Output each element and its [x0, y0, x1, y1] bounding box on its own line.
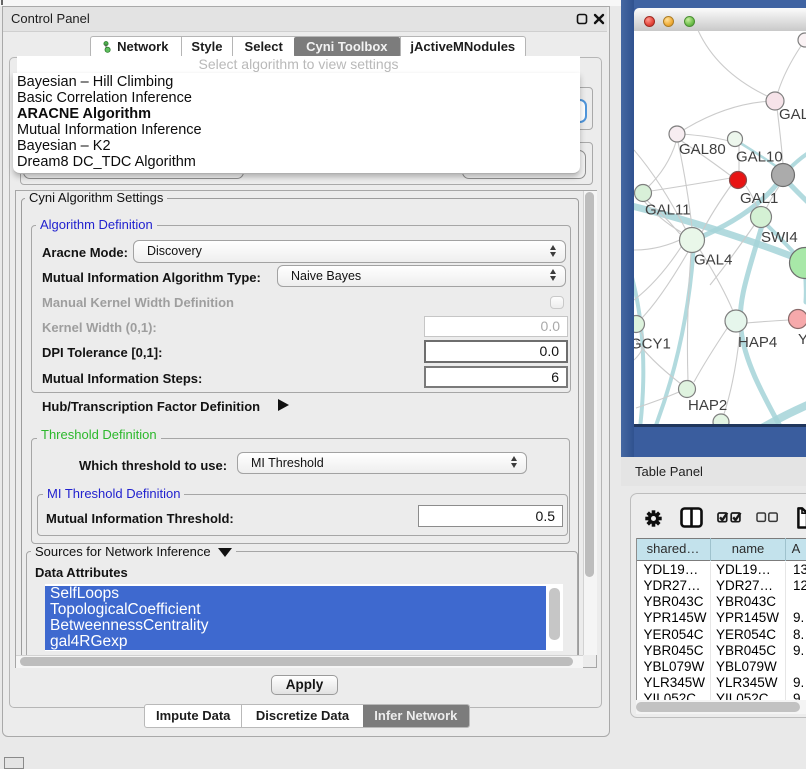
svg-text:HAP2: HAP2 — [688, 397, 727, 414]
svg-text:GCY1: GCY1 — [634, 336, 671, 353]
svg-text:GAL4: GAL4 — [694, 252, 732, 269]
svg-text:GAL80: GAL80 — [679, 141, 726, 158]
svg-text:GAL11: GAL11 — [645, 202, 691, 219]
svg-text:HAP4: HAP4 — [738, 334, 777, 351]
svg-text:Y: Y — [798, 331, 806, 348]
svg-text:GAL1: GAL1 — [740, 190, 778, 207]
svg-text:GAL10: GAL10 — [736, 149, 783, 166]
svg-text:GAL: GAL — [779, 106, 806, 123]
svg-text:SWI4: SWI4 — [761, 229, 798, 246]
